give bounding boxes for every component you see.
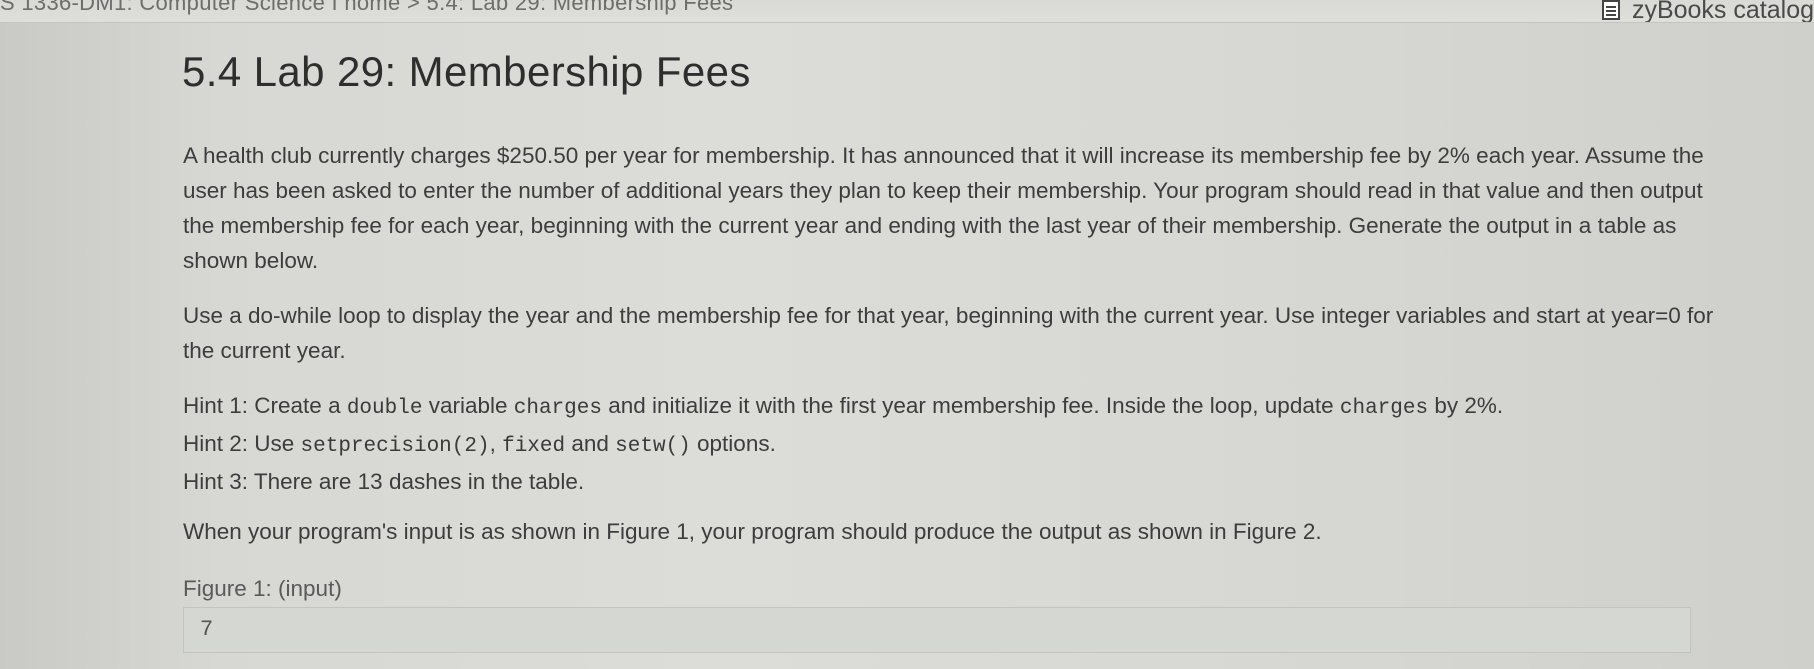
hint-1-text: variable <box>422 393 514 418</box>
code-fixed: fixed <box>502 435 566 458</box>
hint-1-text: and initialize it with the first year me… <box>601 393 1340 418</box>
zybooks-catalog-link[interactable]: zyBooks catalog <box>1601 0 1814 23</box>
page-title: 5.4 Lab 29: Membership Fees <box>182 48 751 95</box>
code-charges: charges <box>513 397 602 420</box>
hint-1: Hint 1: Create a double variable charges… <box>183 388 1723 426</box>
hint-1-text: Hint 1: Create a <box>183 393 347 418</box>
code-setprecision: setprecision(2) <box>300 435 490 458</box>
figure-1-label: Figure 1: (input) <box>183 576 342 601</box>
hint-2-text: options. <box>690 431 776 456</box>
code-setw: setw() <box>615 435 691 458</box>
hint-2-text: and <box>565 431 616 456</box>
hint-2-text: , <box>489 431 503 456</box>
loop-instruction-paragraph: Use a do-while loop to display the year … <box>183 303 1714 363</box>
figure-reference-paragraph: When your program's input is as shown in… <box>183 519 1322 544</box>
intro-paragraph: A health club currently charges $250.50 … <box>183 143 1704 273</box>
hint-1-text: by 2%. <box>1428 393 1504 418</box>
figure-1-input-value: 7 <box>200 617 214 642</box>
breadcrumb[interactable]: S 1336-DM1: Computer Science I home > 5.… <box>0 0 733 16</box>
catalog-label: zyBooks catalog <box>1631 0 1814 23</box>
top-bar: S 1336-DM1: Computer Science I home > 5.… <box>0 0 1814 23</box>
catalog-icon <box>1601 0 1620 20</box>
hints-block: Hint 1: Create a double variable charges… <box>183 388 1723 499</box>
figure-1-input-box: 7 <box>183 607 1691 653</box>
code-charges: charges <box>1339 397 1429 420</box>
lab-description: A health club currently charges $250.50 … <box>183 138 1723 606</box>
hint-3: Hint 3: There are 13 dashes in the table… <box>183 469 585 494</box>
code-double: double <box>346 397 423 420</box>
hint-2: Hint 2: Use setprecision(2), fixed and s… <box>183 426 1723 464</box>
hint-2-text: Hint 2: Use <box>183 431 301 456</box>
